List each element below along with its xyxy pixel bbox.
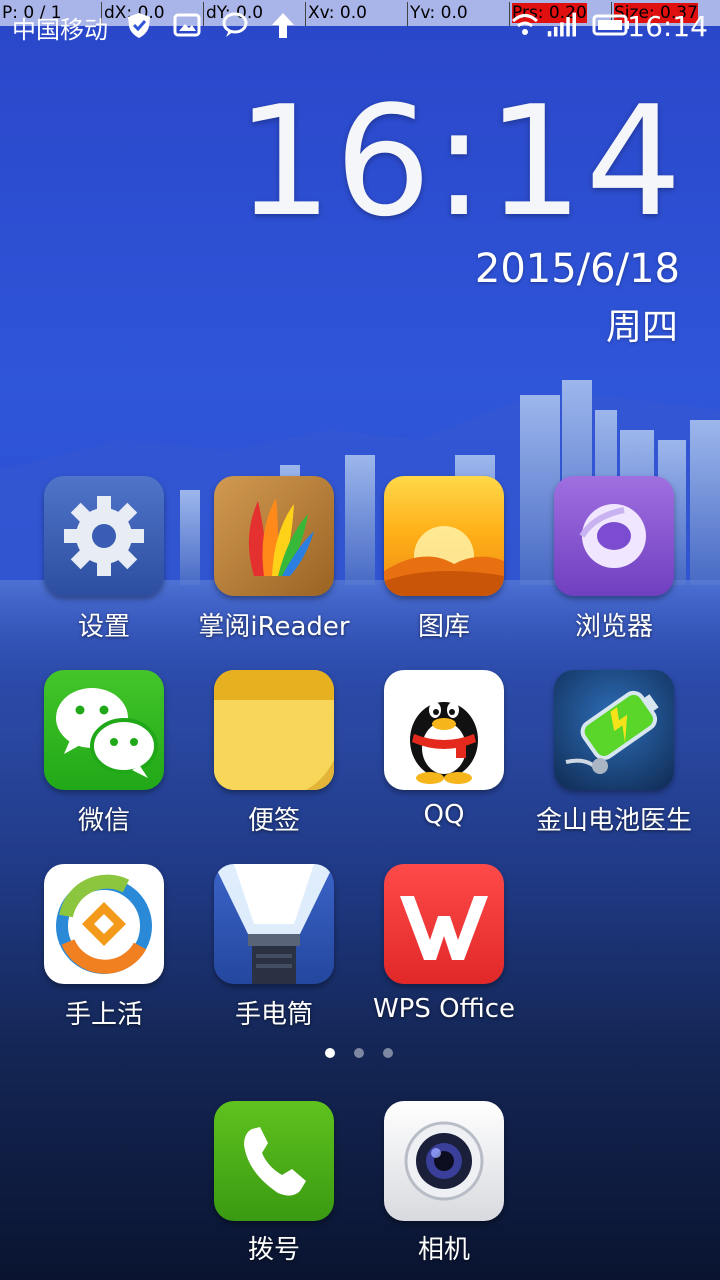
phone-icon xyxy=(214,1101,334,1221)
app-browser[interactable]: 浏览器 xyxy=(529,476,699,643)
qq-penguin-icon xyxy=(384,670,504,790)
app-label: 微信 xyxy=(77,806,130,836)
page-indicator[interactable] xyxy=(320,1048,400,1062)
flashlight-icon xyxy=(214,864,334,984)
page-dot-3 xyxy=(383,1048,393,1058)
app-ireader[interactable]: 掌阅iReader xyxy=(189,476,359,643)
clock-date: 2015/6/18 xyxy=(474,246,680,292)
shield-icon xyxy=(128,13,150,38)
battery-icon xyxy=(592,14,629,36)
dock-phone[interactable]: 拨号 xyxy=(189,1101,359,1266)
app-qq[interactable]: QQ xyxy=(359,670,529,830)
wifi-icon xyxy=(511,14,539,35)
app-label: 手电筒 xyxy=(234,1000,313,1030)
wps-icon xyxy=(384,864,504,984)
browser-icon xyxy=(554,476,674,596)
ireader-icon xyxy=(214,476,334,596)
shoushanghuo-icon xyxy=(44,864,164,984)
app-label: WPS Office xyxy=(372,994,516,1024)
app-label: 拨号 xyxy=(247,1235,300,1265)
app-battery-doctor[interactable]: 金山电池医生 xyxy=(529,670,699,837)
gallery-sunset-icon xyxy=(384,476,504,596)
app-label: 手上活 xyxy=(64,1000,143,1030)
app-shoushanghuo[interactable]: 手上活 xyxy=(19,864,189,1031)
image-icon xyxy=(173,13,201,37)
app-wechat[interactable]: 微信 xyxy=(19,670,189,837)
carrier-name: 中国移动 xyxy=(12,16,108,44)
app-label: 浏览器 xyxy=(574,612,653,642)
wechat-icon xyxy=(44,670,164,790)
app-wps-office[interactable]: WPS Office xyxy=(359,864,529,1024)
notes-icon xyxy=(214,670,334,790)
chat-icon xyxy=(222,12,248,37)
status-bar: 中国移动 16:14 xyxy=(0,0,720,52)
app-label: 掌阅iReader xyxy=(198,612,350,642)
status-time: 16:14 xyxy=(627,10,708,43)
dock-camera[interactable]: 相机 xyxy=(359,1101,529,1266)
camera-icon xyxy=(384,1101,504,1221)
app-label: 便签 xyxy=(247,806,300,836)
app-gallery[interactable]: 图库 xyxy=(359,476,529,643)
clock-time: 16:14 xyxy=(235,73,684,250)
app-settings[interactable]: 设置 xyxy=(19,476,189,643)
app-label: 金山电池医生 xyxy=(535,806,692,836)
clock-weekday: 周四 xyxy=(605,307,678,348)
app-label: 设置 xyxy=(77,612,130,642)
app-flashlight[interactable]: 手电筒 xyxy=(189,864,359,1031)
app-notes[interactable]: 便签 xyxy=(189,670,359,837)
page-dot-1 xyxy=(325,1048,335,1058)
app-label: 相机 xyxy=(417,1235,470,1265)
page-dot-2 xyxy=(354,1048,364,1058)
gear-icon xyxy=(44,476,164,596)
signal-icon xyxy=(547,12,576,37)
battery-doctor-icon xyxy=(554,670,674,790)
app-label: QQ xyxy=(423,800,465,830)
app-label: 图库 xyxy=(417,612,470,642)
upload-arrow-icon xyxy=(272,13,294,38)
